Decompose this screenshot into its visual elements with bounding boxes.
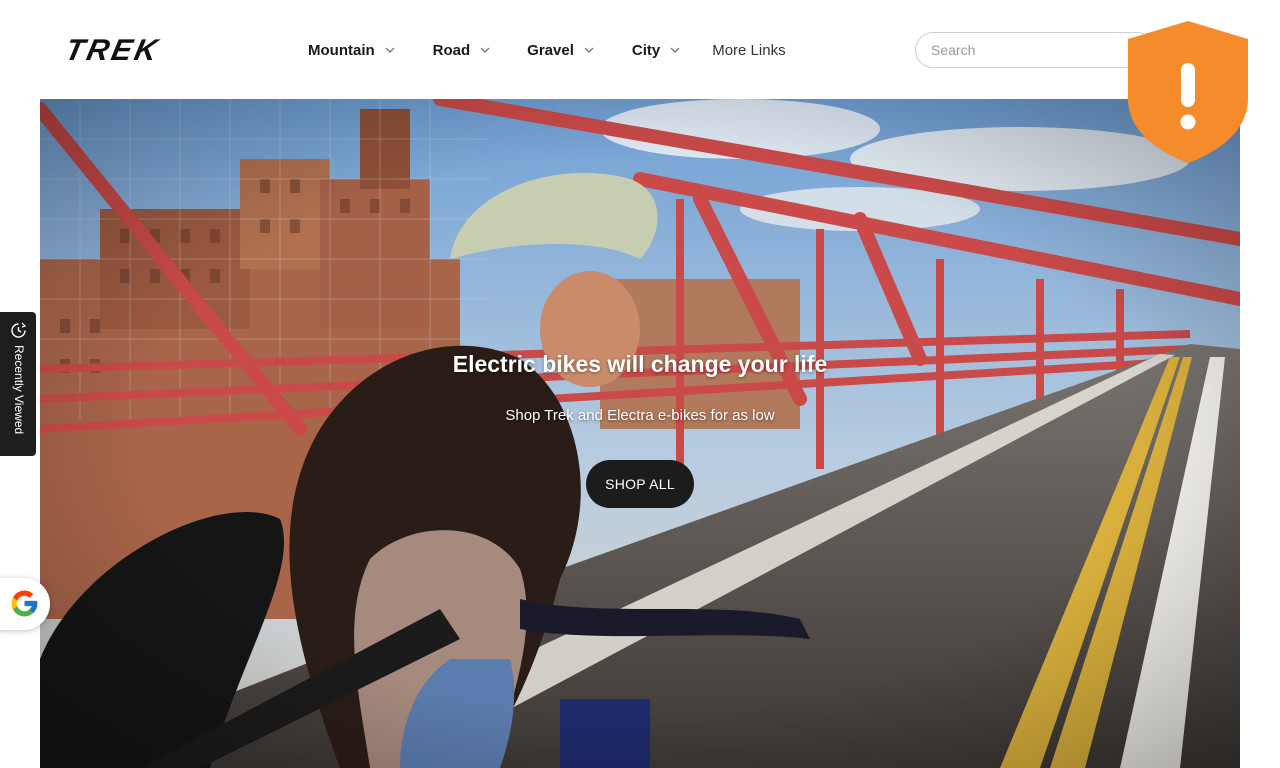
shield-alert-icon[interactable] xyxy=(1126,19,1250,165)
recently-viewed-label: Recently Viewed xyxy=(12,345,26,435)
chevron-down-icon xyxy=(480,47,490,53)
nav-item-label: Gravel xyxy=(527,41,574,59)
google-badge[interactable] xyxy=(0,578,50,630)
chevron-down-icon xyxy=(670,47,680,53)
chevron-down-icon xyxy=(385,47,395,53)
nav-item-mountain[interactable]: Mountain xyxy=(308,42,395,59)
nav-item-label: Road xyxy=(432,41,471,59)
nav-item-gravel[interactable]: Gravel xyxy=(527,42,594,59)
recently-viewed-tab[interactable]: Recently Viewed xyxy=(0,312,36,456)
recently-viewed-icon xyxy=(11,322,27,338)
logo-text: TREK xyxy=(62,36,163,62)
nav-item-label: City xyxy=(631,41,661,59)
hero-banner: Electric bikes will change your life Sho… xyxy=(40,99,1240,768)
nav-item-label: Mountain xyxy=(308,41,375,59)
search-input[interactable] xyxy=(915,32,1155,68)
trek-logo[interactable]: TREK xyxy=(62,36,244,62)
nav-item-road[interactable]: Road xyxy=(433,42,491,59)
hero-title: Electric bikes will change your life xyxy=(452,351,828,377)
chevron-down-icon xyxy=(584,47,594,53)
shop-all-button[interactable]: SHOP ALL xyxy=(586,460,694,508)
hero-subtitle: Shop Trek and Electra e-bikes for as low xyxy=(505,407,775,424)
hero-image xyxy=(40,99,1240,768)
nav-item-city[interactable]: City xyxy=(632,42,680,59)
site-header: TREK Mountain Road Gravel City More Link… xyxy=(0,0,1280,99)
main-nav: Mountain Road Gravel City More Links xyxy=(308,39,786,61)
more-links[interactable]: More Links xyxy=(712,42,785,59)
google-icon xyxy=(11,590,38,617)
